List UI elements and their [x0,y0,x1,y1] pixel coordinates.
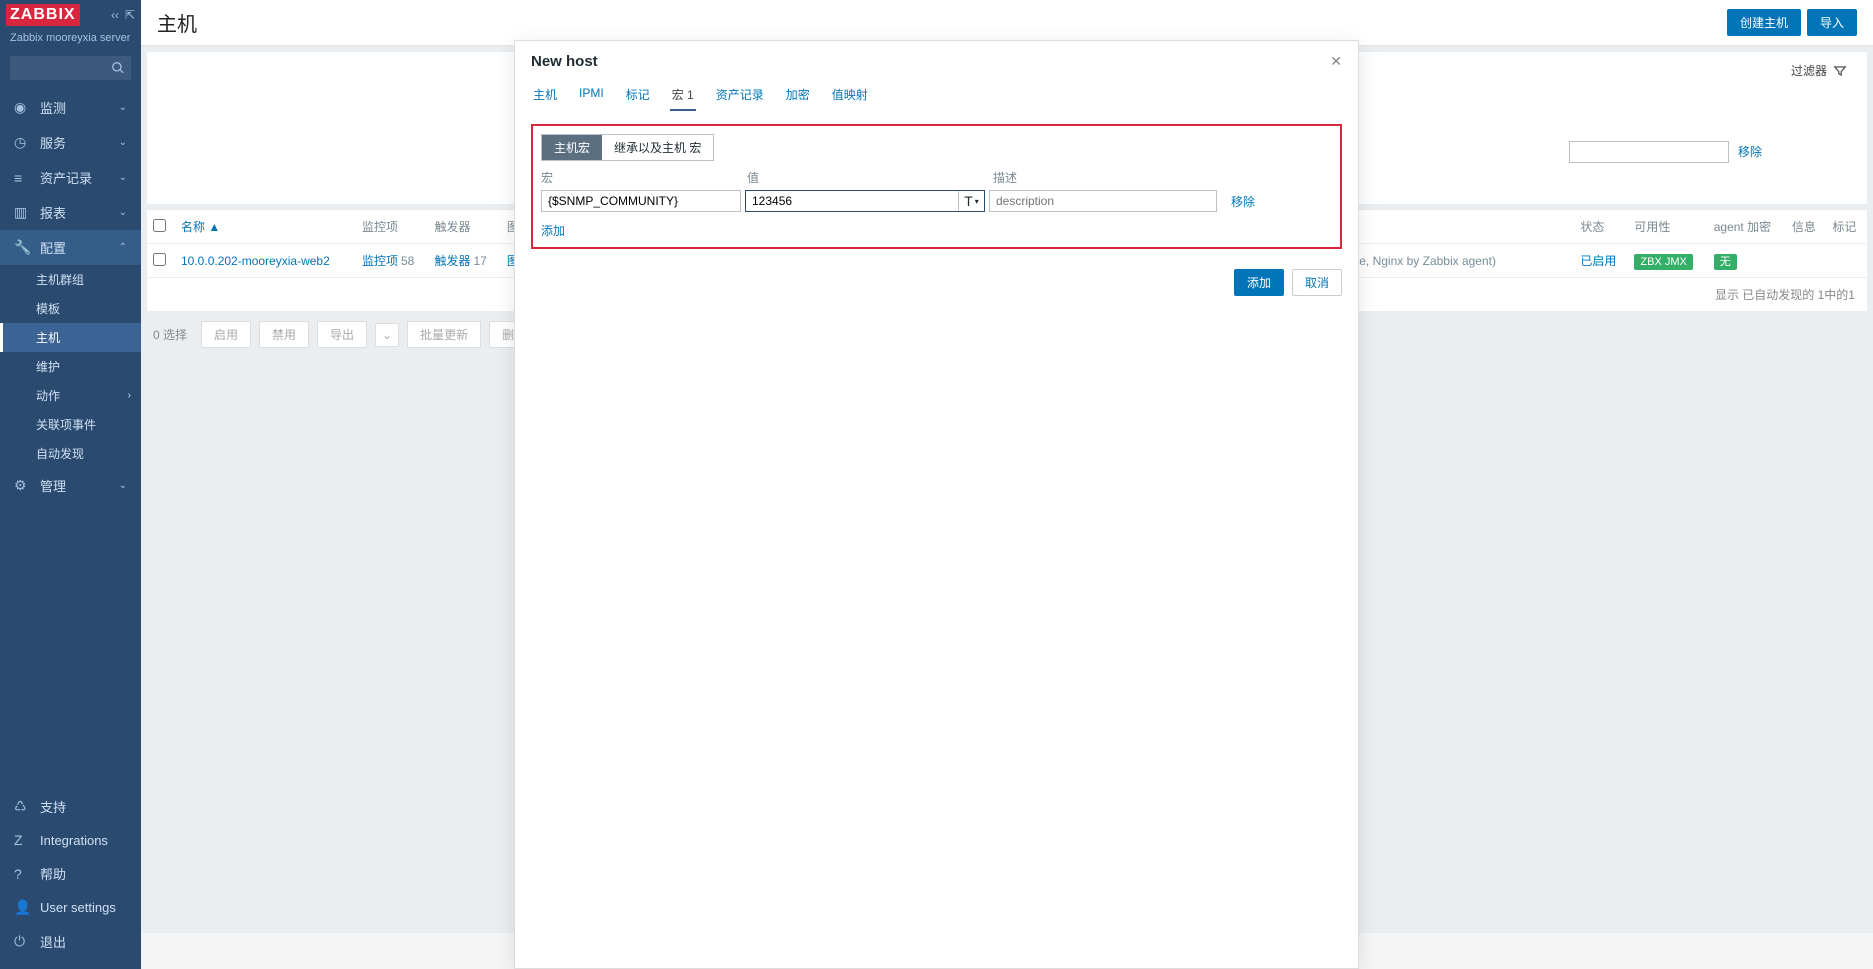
gear-icon: ⚙ [14,477,32,494]
th-status: 状态 [1574,210,1628,244]
host-link[interactable]: 10.0.0.202-mooreyxia-web2 [181,254,330,268]
nav-signout[interactable]: ⏻退出 [0,924,141,959]
subnav-actions[interactable]: 动作› [0,381,141,410]
th-triggers: 触发器 [428,210,500,244]
encrypt-badge: 无 [1714,254,1737,270]
nav-admin[interactable]: ⚙管理⌄ [0,468,141,503]
chevron-down-icon: ⌄ [119,102,127,113]
new-host-modal: New host ✕ 主机 IPMI 标记 宏 1 资产记录 加密 值映射 主机… [514,40,1359,969]
label-value: 值 [747,169,993,186]
page-title: 主机 [157,8,197,37]
nav-integrations[interactable]: ZIntegrations [0,824,141,856]
nav-help[interactable]: ?帮助 [0,856,141,891]
row-checkbox[interactable] [153,253,166,266]
enable-button[interactable]: 启用 [201,321,251,348]
items-link[interactable]: 监控项 [362,254,398,268]
macro-value-input[interactable] [746,191,958,211]
label-macro: 宏 [541,169,747,186]
filter-icon [1833,63,1847,78]
filter-remove-link[interactable]: 移除 [1738,143,1762,160]
collapse-icon[interactable]: ‹‹ [111,8,119,22]
modal-title: New host [531,53,598,70]
modal-cancel-button[interactable]: 取消 [1292,269,1342,296]
modal-tabs: 主机 IPMI 标记 宏 1 资产记录 加密 值映射 [515,80,1358,112]
integrations-icon: Z [14,832,32,848]
selected-count: 0 选择 [153,326,187,343]
power-icon: ⏻ [14,933,32,950]
subnav-hostgroups[interactable]: 主机群组 [0,265,141,294]
macro-type-dropdown[interactable]: T▾ [958,191,984,211]
chevron-up-icon: ⌃ [119,242,127,253]
support-icon: ♺ [14,798,32,815]
tab-inventory[interactable]: 资产记录 [714,80,766,111]
chevron-down-icon: ⌄ [119,480,127,491]
tab-tags[interactable]: 标记 [624,80,652,111]
subnav-correlation[interactable]: 关联项事件 [0,410,141,439]
tab-encryption[interactable]: 加密 [784,80,812,111]
availability-badge: ZBX JMX [1634,254,1692,270]
nav-monitor[interactable]: ◉监测⌄ [0,90,141,125]
seg-host-macros[interactable]: 主机宏 [542,135,602,160]
close-icon[interactable]: ✕ [1330,53,1342,70]
subnav-templates[interactable]: 模板 [0,294,141,323]
th-name[interactable]: 名称 ▲ [175,210,356,244]
zabbix-logo: ZABBIX [6,4,80,26]
chevron-down-icon: ▾ [975,197,979,206]
macro-add-link[interactable]: 添加 [541,222,565,239]
macro-scope-tabs: 主机宏 继承以及主机 宏 [541,134,714,161]
subnav-maintenance[interactable]: 维护 [0,352,141,381]
nav-config[interactable]: 🔧配置⌃ [0,230,141,265]
triggers-link[interactable]: 触发器 [434,254,470,268]
filter-toggle[interactable]: 过滤器 [1783,58,1855,83]
wrench-icon: 🔧 [14,239,32,256]
macro-desc-input[interactable] [989,190,1217,212]
chevron-down-icon: ⌄ [119,172,127,183]
subnav-discovery[interactable]: 自动发现 [0,439,141,468]
seg-inherited-macros[interactable]: 继承以及主机 宏 [602,135,713,160]
status-link[interactable]: 已启用 [1580,254,1616,268]
clock-icon: ◷ [14,134,32,151]
label-desc: 描述 [993,169,1017,186]
filter-value-input[interactable] [1569,141,1729,163]
nav-reports[interactable]: ▥报表⌄ [0,195,141,230]
disable-button[interactable]: 禁用 [259,321,309,348]
nav-services[interactable]: ◷服务⌄ [0,125,141,160]
export-button[interactable]: 导出 [317,321,367,348]
server-name: Zabbix mooreyxia server [0,30,141,52]
list-icon: ≡ [14,170,32,186]
sidebar: ZABBIX ‹‹ ⇱ Zabbix mooreyxia server ◉监测⌄… [0,0,141,969]
import-button[interactable]: 导入 [1807,9,1857,36]
user-icon: 👤 [14,899,32,916]
tab-valuemap[interactable]: 值映射 [830,80,870,111]
help-icon: ? [14,866,32,882]
th-availability: 可用性 [1628,210,1707,244]
nav-assets[interactable]: ≡资产记录⌄ [0,160,141,195]
popup-icon[interactable]: ⇱ [125,8,135,22]
tab-macros[interactable]: 宏 1 [670,80,696,111]
select-all-checkbox[interactable] [153,219,166,232]
subnav-hosts[interactable]: 主机 [0,323,141,352]
chart-icon: ▥ [14,204,32,221]
th-items: 监控项 [356,210,428,244]
export-dropdown[interactable]: ⌄ [375,323,399,347]
macro-remove-link[interactable]: 移除 [1231,193,1255,210]
eye-icon: ◉ [14,99,32,116]
create-host-button[interactable]: 创建主机 [1727,9,1801,36]
chevron-down-icon: ⌄ [119,207,127,218]
modal-add-button[interactable]: 添加 [1234,269,1284,296]
th-agent: agent 加密 [1708,210,1786,244]
tab-ipmi[interactable]: IPMI [577,80,606,111]
nav-usersettings[interactable]: 👤User settings [0,891,141,924]
macro-name-input[interactable] [541,190,741,212]
macro-row: T▾ 移除 [541,190,1332,212]
tab-host[interactable]: 主机 [531,80,559,111]
massupdate-button[interactable]: 批量更新 [407,321,481,348]
th-info: 信息 [1786,210,1827,244]
nav-support[interactable]: ♺支持 [0,789,141,824]
config-subnav: 主机群组 模板 主机 维护 动作› 关联项事件 自动发现 [0,265,141,468]
th-tags: 标记 [1826,210,1867,244]
macros-highlight-box: 主机宏 继承以及主机 宏 宏 值 描述 T▾ 移除 添加 [531,124,1342,249]
search-icon[interactable] [111,60,125,75]
chevron-down-icon: ⌄ [119,137,127,148]
